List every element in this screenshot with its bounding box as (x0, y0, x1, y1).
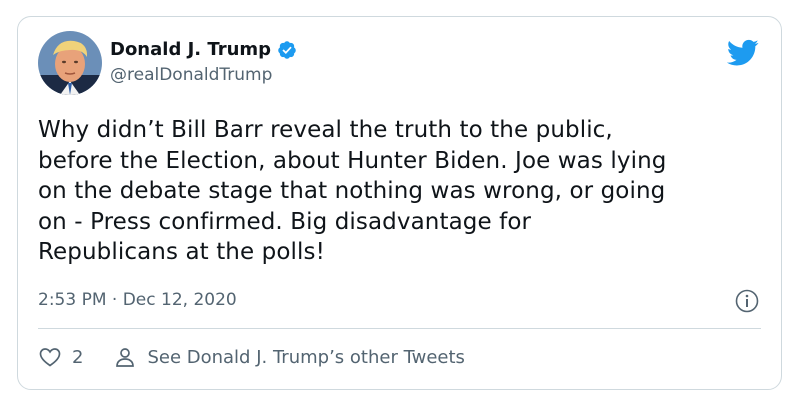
author-name-row: Donald J. Trump (110, 39, 297, 60)
tweet-text-line: before the Election, about Hunter Biden.… (38, 147, 667, 174)
like-count: 2 (72, 346, 84, 368)
twitter-bird-icon[interactable] (727, 39, 759, 67)
like-button[interactable]: 2 (38, 345, 83, 369)
tweet-timestamp[interactable]: 2:53 PM · Dec 12, 2020 (38, 290, 237, 310)
tweet-text-line: on - Press confirmed. Big disadvantage f… (38, 208, 532, 235)
profile-tweets-link[interactable]: See Donald J. Trump’s other Tweets (113, 345, 465, 369)
author-name[interactable]: Donald J. Trump (110, 39, 271, 60)
profile-tweets-label: See Donald J. Trump’s other Tweets (147, 346, 465, 368)
tweet-text-line: on the debate stage that nothing was wro… (38, 178, 666, 204)
divider (38, 328, 761, 329)
avatar-image (38, 31, 102, 95)
tweet-text: Why didn’t Bill Barr reveal the truth to… (38, 115, 758, 268)
verified-badge-icon (278, 40, 296, 59)
tweet-text-line: Republicans at the polls! (38, 239, 325, 265)
tweet-actions: 2 See Donald J. Trump’s other Tweets (38, 345, 495, 369)
heart-icon (39, 348, 61, 367)
person-icon (116, 348, 135, 367)
author-handle[interactable]: @realDonaldTrump (110, 65, 272, 85)
tweet-card: Donald J. Trump @realDonaldTrump Why did… (17, 16, 782, 390)
avatar[interactable] (38, 31, 102, 95)
tweet-text-line: Why didn’t Bill Barr reveal the truth to… (38, 117, 613, 143)
info-icon[interactable] (735, 289, 759, 313)
